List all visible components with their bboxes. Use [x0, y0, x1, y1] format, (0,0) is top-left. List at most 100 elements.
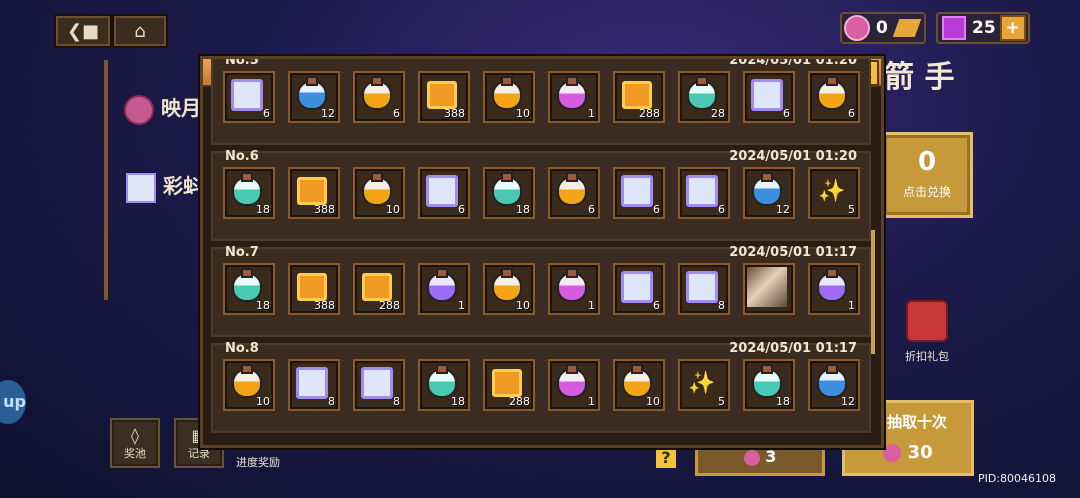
- star-fragment-icon: ✨: [818, 178, 846, 204]
- shirt-icon: [231, 79, 263, 111]
- reward-item[interactable]: 18: [418, 359, 470, 411]
- item-count: 288: [509, 395, 530, 408]
- reward-item[interactable]: 1: [808, 263, 860, 315]
- reward-item[interactable]: 10: [483, 71, 535, 123]
- reward-item[interactable]: 6: [223, 71, 275, 123]
- reward-item[interactable]: 6: [548, 167, 600, 219]
- reward-item[interactable]: 12: [808, 359, 860, 411]
- item-count: 1: [588, 299, 595, 312]
- reward-item[interactable]: 6: [808, 71, 860, 123]
- item-count: 388: [314, 299, 335, 312]
- player-id: PID:80046108: [978, 472, 1057, 485]
- pink-potion-icon: [556, 364, 588, 399]
- reward-item[interactable]: 6: [613, 263, 665, 315]
- left-list-item[interactable]: 彩蚪: [126, 170, 203, 203]
- home-icon: ⌂: [134, 20, 146, 42]
- item-count: 5: [848, 203, 855, 216]
- record-row: No.8 2024/05/01 01:17 10 8 8 18 288 1 10 ✨ 5 18 12: [211, 341, 871, 433]
- ticket-add-button[interactable]: [892, 19, 922, 37]
- ticket-icon: [743, 449, 760, 466]
- reward-item[interactable]: 288: [353, 263, 405, 315]
- left-list-label: 映月: [160, 96, 201, 120]
- bag-icon: ◊: [131, 426, 139, 445]
- reward-item[interactable]: 8: [288, 359, 340, 411]
- reward-item[interactable]: ✨ 5: [678, 359, 730, 411]
- left-list-item[interactable]: 映月: [124, 92, 201, 125]
- reward-item[interactable]: 288: [483, 359, 535, 411]
- reward-item[interactable]: 12: [743, 167, 795, 219]
- left-list-label: 彩蚪: [162, 174, 203, 198]
- record-row: No.5 2024/05/01 01:20 6 12 6 388 10 1 288 28 6 6: [211, 56, 871, 145]
- reward-item[interactable]: 288: [613, 71, 665, 123]
- shirt-icon: [621, 175, 653, 207]
- reward-item[interactable]: 18: [743, 359, 795, 411]
- item-count: 388: [444, 107, 465, 120]
- record-modal: ◀◀ 记录 ◀◀ X No.52024/05/01 01:20612638810…: [200, 56, 884, 448]
- discount-gift-button[interactable]: 折扣礼包: [900, 300, 954, 364]
- reward-item[interactable]: 18: [223, 167, 275, 219]
- shirt-icon: [296, 367, 328, 399]
- reward-item[interactable]: 388: [418, 71, 470, 123]
- progress-reward-label[interactable]: 进度奖励: [236, 454, 280, 470]
- reward-item[interactable]: 6: [743, 71, 795, 123]
- reward-item[interactable]: 6: [418, 167, 470, 219]
- record-label: 记录: [188, 447, 210, 460]
- pool-label: 奖池: [124, 447, 146, 460]
- reward-item[interactable]: 10: [223, 359, 275, 411]
- reward-item[interactable]: 8: [353, 359, 405, 411]
- reward-item[interactable]: 18: [483, 167, 535, 219]
- item-count: 6: [718, 203, 725, 216]
- ticket-count: 0: [876, 18, 888, 38]
- redeem-button[interactable]: 0 点击兑换: [881, 132, 973, 218]
- reward-item[interactable]: 28: [678, 71, 730, 123]
- record-row: No.6 2024/05/01 01:20 18 388 10 6 18 6 6 6 12 ✨ 5: [211, 149, 871, 241]
- item-list: 10 8 8 18 288 1 10 ✨ 5 18 12: [223, 359, 860, 411]
- pool-button[interactable]: ◊ 奖池: [110, 418, 160, 468]
- item-count: 10: [646, 395, 660, 408]
- record-number: No.5: [225, 56, 259, 68]
- reward-item[interactable]: 6: [353, 71, 405, 123]
- reward-item[interactable]: ✨ 5: [808, 167, 860, 219]
- records-list[interactable]: No.5 2024/05/01 01:20 6 12 6 388 10 1 288 28 6 6 No.…: [211, 56, 871, 439]
- home-button[interactable]: ⌂: [112, 14, 168, 48]
- item-count: 6: [458, 203, 465, 216]
- gem-icon: [942, 16, 966, 40]
- gem-count: 25: [972, 18, 996, 38]
- reward-item[interactable]: 10: [353, 167, 405, 219]
- reward-item[interactable]: 10: [613, 359, 665, 411]
- ticket-currency: 0: [840, 12, 926, 44]
- orange-potion-icon: [556, 172, 588, 207]
- reward-item[interactable]: 6: [678, 167, 730, 219]
- reward-item[interactable]: 1: [418, 263, 470, 315]
- reward-item[interactable]: 1: [548, 263, 600, 315]
- side-tab[interactable]: up: [0, 380, 26, 424]
- reward-item[interactable]: 388: [288, 263, 340, 315]
- gem-add-button[interactable]: +: [999, 15, 1026, 41]
- item-count: 6: [393, 107, 400, 120]
- reward-item[interactable]: 6: [613, 167, 665, 219]
- reward-item[interactable]: 12: [288, 71, 340, 123]
- reward-item[interactable]: 1: [548, 71, 600, 123]
- reward-item[interactable]: 388: [288, 167, 340, 219]
- item-count: 10: [256, 395, 270, 408]
- reward-item[interactable]: [743, 263, 795, 315]
- pink-potion-icon: [556, 76, 588, 111]
- item-count: 18: [256, 299, 270, 312]
- reward-item[interactable]: 1: [548, 359, 600, 411]
- item-count: 28: [711, 107, 725, 120]
- gift-bag-icon: [906, 300, 948, 342]
- item-count: 1: [458, 299, 465, 312]
- item-count: 6: [653, 203, 660, 216]
- shirt-icon: [686, 271, 718, 303]
- reward-item[interactable]: 8: [678, 263, 730, 315]
- purple-potion-icon: [816, 268, 848, 303]
- back-button[interactable]: ❮■: [54, 14, 112, 48]
- help-icon[interactable]: ?: [656, 448, 676, 468]
- reward-item[interactable]: 10: [483, 263, 535, 315]
- reward-item[interactable]: 18: [223, 263, 275, 315]
- item-count: 18: [516, 203, 530, 216]
- pull-one-cost: 3: [765, 447, 777, 466]
- left-timeline: [104, 60, 108, 300]
- shirt-icon: [361, 367, 393, 399]
- scrollbar[interactable]: [871, 230, 875, 354]
